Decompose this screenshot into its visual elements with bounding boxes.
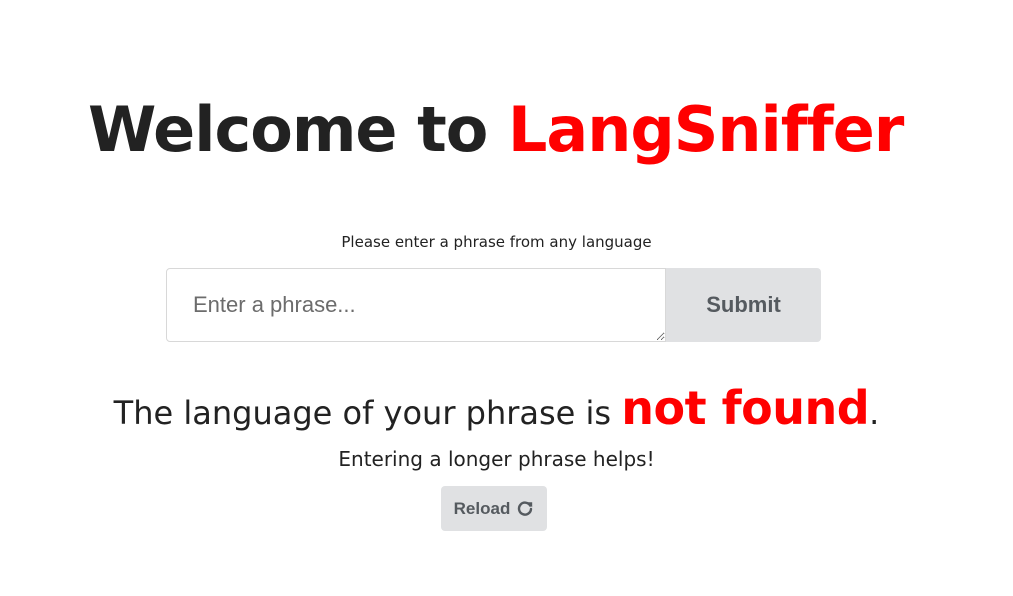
reload-button[interactable]: Reload <box>441 486 547 531</box>
submit-button[interactable]: Submit <box>666 268 821 342</box>
page-title: Welcome to LangSniffer <box>88 88 904 172</box>
result-suffix: . <box>869 394 880 432</box>
redo-icon <box>516 500 534 518</box>
result-prefix: The language of your phrase is <box>113 394 622 432</box>
phrase-form: Submit <box>166 268 821 342</box>
page: Welcome to LangSniffer Please enter a ph… <box>0 0 1013 596</box>
brand-name: LangSniffer <box>507 93 904 166</box>
title-prefix: Welcome to <box>88 93 508 166</box>
result-status: not found <box>621 381 870 435</box>
result-hint: Entering a longer phrase helps! <box>338 447 655 471</box>
reload-label: Reload <box>453 498 511 518</box>
phrase-prompt: Please enter a phrase from any language <box>341 233 652 251</box>
result-message: The language of your phrase is not found… <box>0 378 993 443</box>
phrase-input[interactable] <box>166 268 666 342</box>
